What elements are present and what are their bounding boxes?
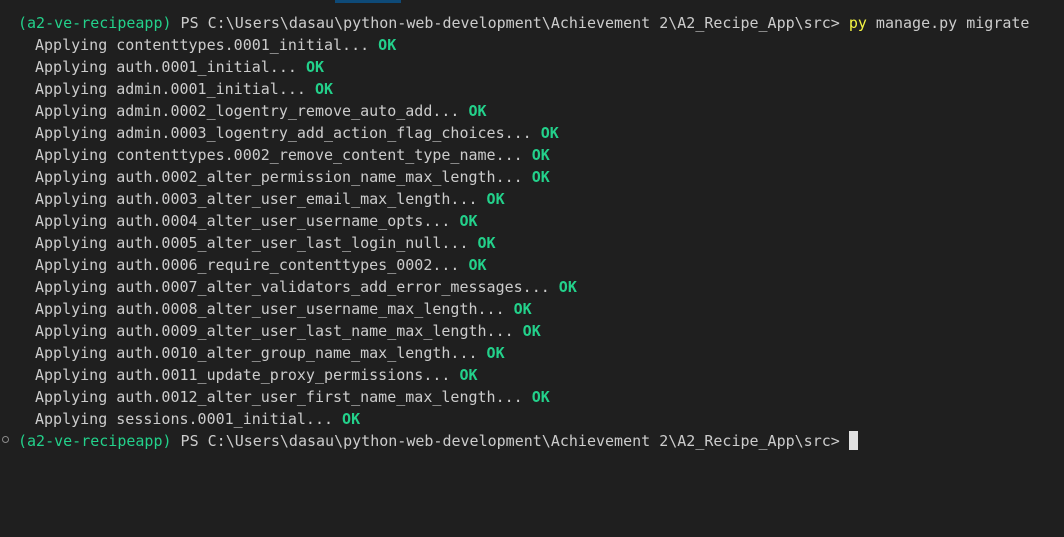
migration-status: OK — [468, 256, 487, 274]
migration-line: Applying auth.0008_alter_user_username_m… — [0, 298, 1064, 320]
migration-text: Applying auth.0009_alter_user_last_name_… — [35, 322, 523, 340]
migration-status: OK — [342, 410, 361, 428]
migration-line: Applying auth.0006_require_contenttypes_… — [0, 254, 1064, 276]
migration-text: Applying auth.0005_alter_user_last_login… — [35, 234, 478, 252]
migration-line: Applying auth.0001_initial... OK — [0, 56, 1064, 78]
migration-line: Applying auth.0012_alter_user_first_name… — [0, 386, 1064, 408]
migration-status: OK — [459, 366, 478, 384]
command-decoration-circle-icon[interactable] — [2, 436, 9, 443]
migration-output: Applying contenttypes.0001_initial... OK… — [0, 34, 1064, 430]
prompt-path: PS C:\Users\dasau\python-web-development… — [171, 432, 849, 450]
active-tab-indicator — [335, 0, 401, 3]
command-executable: py — [848, 14, 867, 32]
migration-text: Applying auth.0012_alter_user_first_name… — [35, 388, 532, 406]
virtualenv-label: (a2-ve-recipeapp) — [18, 432, 172, 450]
migration-status: OK — [314, 80, 334, 98]
migration-line: Applying contenttypes.0002_remove_conten… — [0, 144, 1064, 166]
migration-line: Applying admin.0002_logentry_remove_auto… — [0, 100, 1064, 122]
migration-text: Applying auth.0010_alter_group_name_max_… — [35, 344, 487, 362]
migration-text: Applying auth.0004_alter_user_username_o… — [35, 212, 460, 230]
migration-line: Applying auth.0002_alter_permission_name… — [0, 166, 1064, 188]
migration-status: OK — [531, 388, 550, 406]
migration-text: Applying auth.0007_alter_validators_add_… — [35, 278, 559, 296]
terminal-output[interactable]: (a2-ve-recipeapp) PS C:\Users\dasau\pyth… — [0, 12, 1064, 452]
current-prompt-line[interactable]: (a2-ve-recipeapp) PS C:\Users\dasau\pyth… — [0, 430, 1064, 452]
migration-line: Applying auth.0005_alter_user_last_login… — [0, 232, 1064, 254]
command-prompt-line: (a2-ve-recipeapp) PS C:\Users\dasau\pyth… — [0, 12, 1064, 34]
migration-status: OK — [459, 212, 478, 230]
migration-text: Applying admin.0002_logentry_remove_auto… — [35, 102, 469, 120]
migration-text: Applying contenttypes.0002_remove_conten… — [35, 146, 532, 164]
migration-line: Applying auth.0011_update_proxy_permissi… — [0, 364, 1064, 386]
migration-status: OK — [522, 322, 541, 340]
migration-line: Applying contenttypes.0001_initial... OK — [0, 34, 1064, 56]
migration-status: OK — [531, 146, 550, 164]
migration-status: OK — [486, 344, 505, 362]
prompt-path: PS C:\Users\dasau\python-web-development… — [171, 14, 849, 32]
migration-status: OK — [558, 278, 577, 296]
migration-text: Applying auth.0008_alter_user_username_m… — [35, 300, 514, 318]
migration-line: Applying admin.0003_logentry_add_action_… — [0, 122, 1064, 144]
migration-text: Applying auth.0002_alter_permission_name… — [35, 168, 532, 186]
migration-line: Applying auth.0004_alter_user_username_o… — [0, 210, 1064, 232]
migration-text: Applying auth.0003_alter_user_email_max_… — [35, 190, 487, 208]
migration-status: OK — [378, 36, 397, 54]
migration-status: OK — [477, 234, 496, 252]
migration-status: OK — [513, 300, 532, 318]
migration-text: Applying admin.0001_initial... — [35, 80, 315, 98]
migration-text: Applying admin.0003_logentry_add_action_… — [35, 124, 541, 142]
text-cursor — [848, 431, 858, 450]
migration-text: Applying auth.0006_require_contenttypes_… — [35, 256, 469, 274]
migration-line: Applying auth.0009_alter_user_last_name_… — [0, 320, 1064, 342]
migration-line: Applying sessions.0001_initial... OK — [0, 408, 1064, 430]
migration-status: OK — [540, 124, 559, 142]
migration-text: Applying auth.0001_initial... — [35, 58, 306, 76]
migration-text: Applying sessions.0001_initial... — [35, 410, 343, 428]
virtualenv-label: (a2-ve-recipeapp) — [18, 14, 172, 32]
migration-text: Applying auth.0011_update_proxy_permissi… — [35, 366, 460, 384]
command-arguments: manage.py migrate — [866, 14, 1030, 32]
migration-line: Applying auth.0010_alter_group_name_max_… — [0, 342, 1064, 364]
migration-line: Applying auth.0003_alter_user_email_max_… — [0, 188, 1064, 210]
terminal-panel[interactable]: (a2-ve-recipeapp) PS C:\Users\dasau\pyth… — [0, 0, 1064, 537]
migration-line: Applying admin.0001_initial... OK — [0, 78, 1064, 100]
migration-status: OK — [468, 102, 487, 120]
migration-line: Applying auth.0007_alter_validators_add_… — [0, 276, 1064, 298]
migration-status: OK — [305, 58, 324, 76]
migration-status: OK — [531, 168, 550, 186]
migration-status: OK — [486, 190, 505, 208]
migration-text: Applying contenttypes.0001_initial... — [35, 36, 379, 54]
